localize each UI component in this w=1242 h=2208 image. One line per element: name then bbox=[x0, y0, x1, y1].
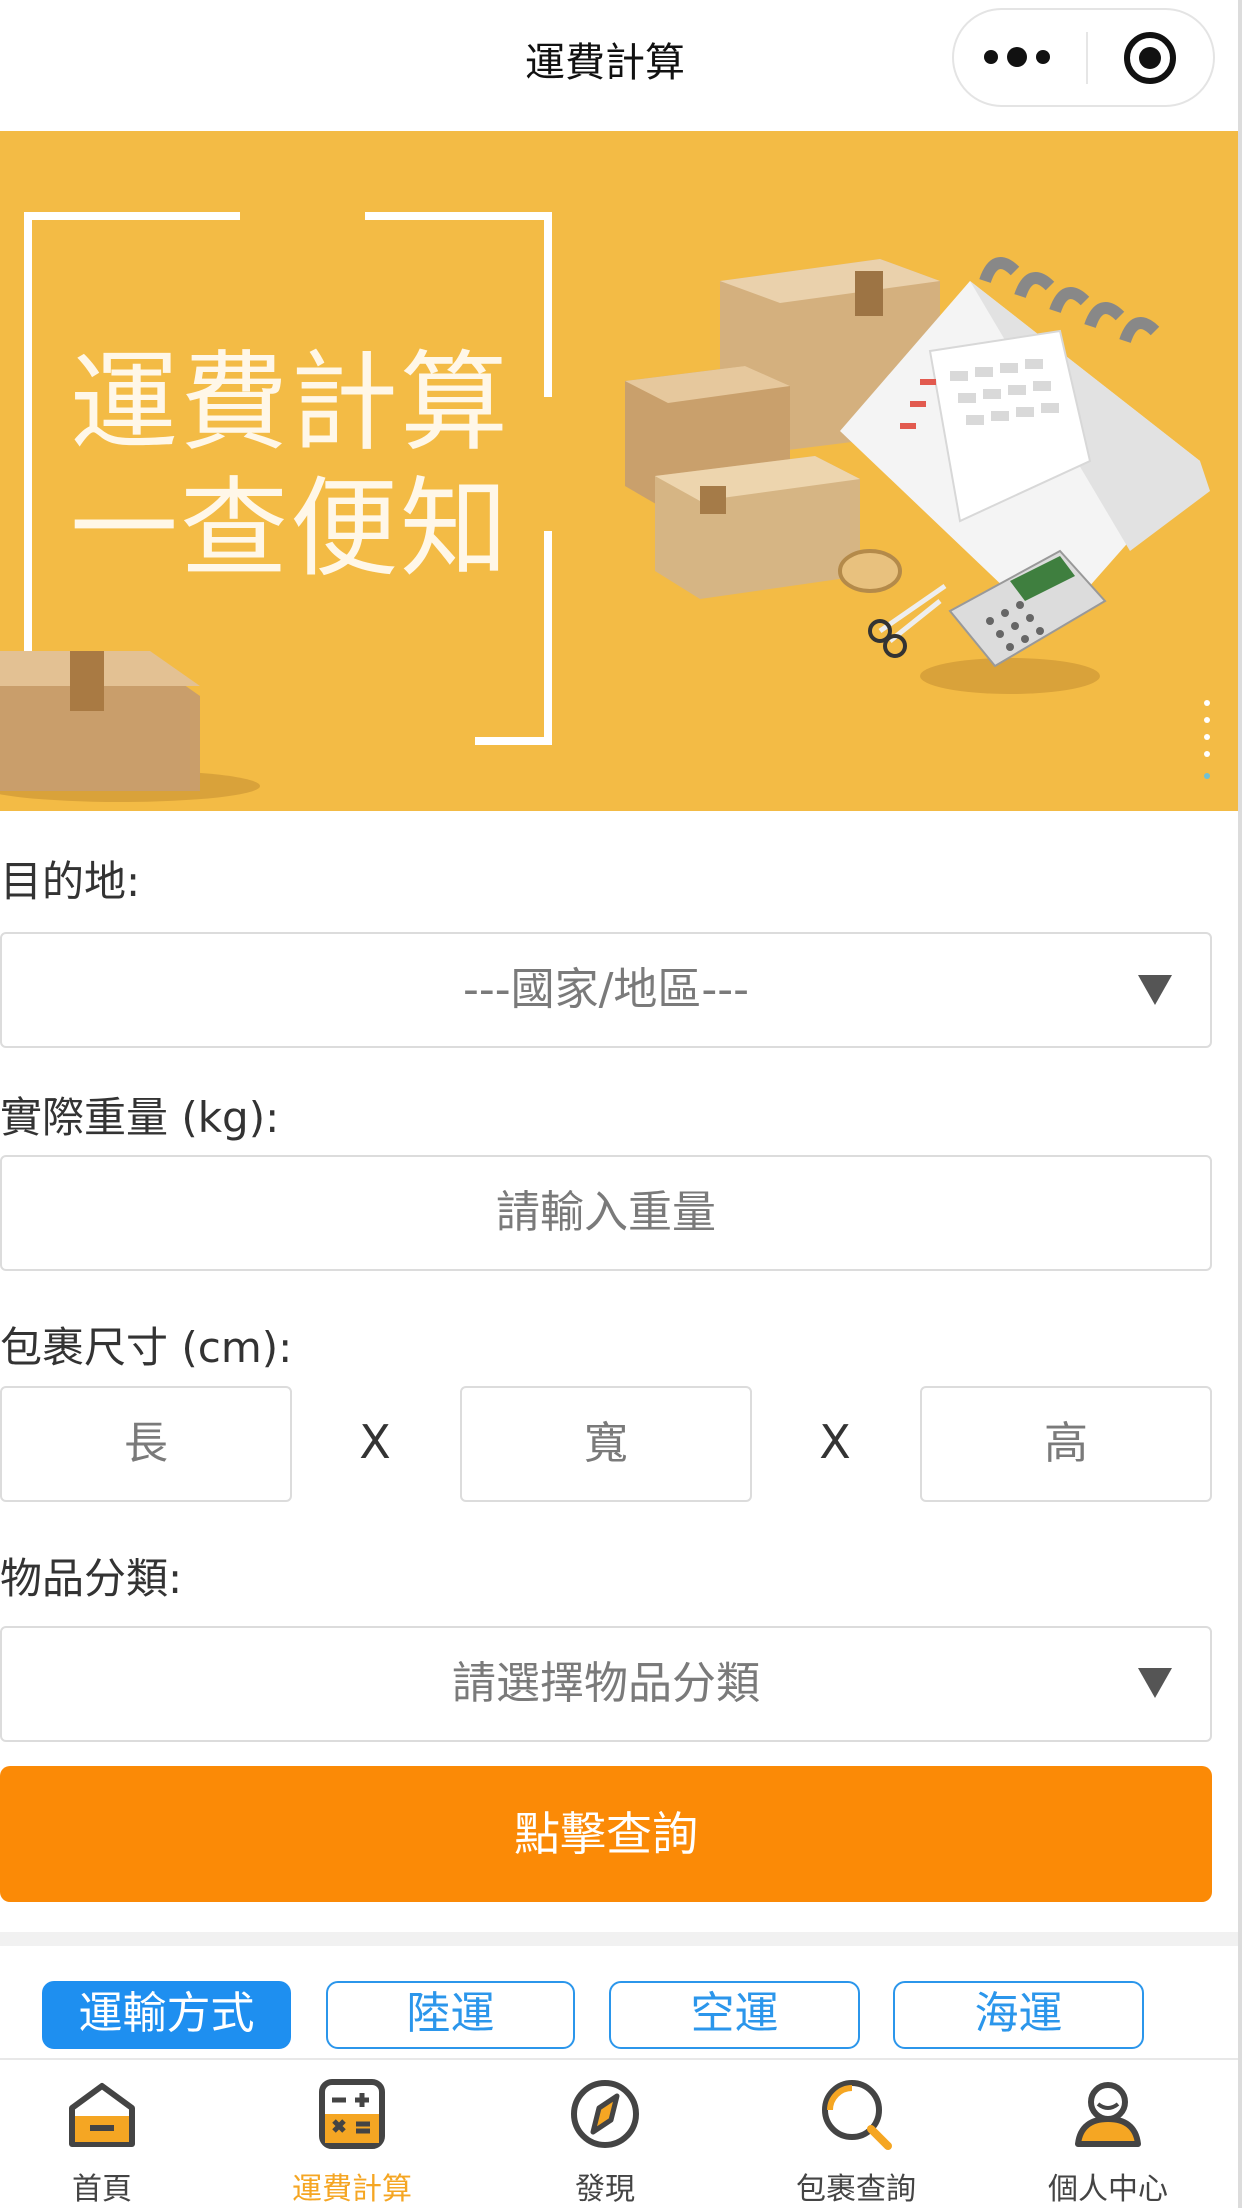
width-placeholder: 寬 bbox=[584, 1418, 628, 1469]
compass-icon bbox=[571, 2080, 639, 2148]
search-icon bbox=[822, 2080, 892, 2150]
tab-home[interactable]: 首頁 bbox=[2, 2058, 202, 2208]
chip-air[interactable]: 空運 bbox=[609, 1981, 860, 2049]
tab-parcel-tracking[interactable]: 包裹查詢 bbox=[756, 2058, 956, 2208]
user-icon bbox=[1075, 2082, 1141, 2147]
weight-label: 實際重量 (kg): bbox=[0, 1093, 280, 1142]
section-divider bbox=[0, 1932, 1242, 1946]
destination-value: ---國家/地區--- bbox=[462, 964, 750, 1015]
tab-parcel-tracking-label: 包裹查詢 bbox=[796, 2172, 916, 2207]
times-symbol-2: X bbox=[819, 1415, 851, 1469]
banner-line-1: 運費計算 bbox=[70, 341, 511, 466]
home-icon bbox=[69, 2083, 135, 2147]
height-placeholder: 高 bbox=[1044, 1418, 1088, 1469]
length-input[interactable]: 長 bbox=[0, 1386, 292, 1502]
times-symbol-1: X bbox=[359, 1415, 391, 1469]
dropdown-arrow-icon bbox=[1138, 975, 1172, 1005]
transport-mode-label: 運輸方式 bbox=[42, 1981, 291, 2049]
category-label: 物品分類: bbox=[0, 1554, 183, 1603]
height-input[interactable]: 高 bbox=[920, 1386, 1212, 1502]
banner-headline: 運費計算 一查便知 bbox=[70, 341, 540, 593]
size-label: 包裹尺寸 (cm): bbox=[0, 1323, 293, 1372]
banner-line-2: 一查便知 bbox=[70, 467, 511, 592]
window-edge bbox=[1238, 0, 1242, 2208]
close-target-icon[interactable] bbox=[1122, 30, 1178, 86]
calculator-icon bbox=[319, 2079, 385, 2149]
category-select[interactable]: 請選擇物品分類 bbox=[0, 1626, 1212, 1742]
length-placeholder: 長 bbox=[124, 1418, 168, 1469]
query-button[interactable]: 點擊查詢 bbox=[0, 1766, 1212, 1902]
tab-discover-label: 發現 bbox=[575, 2172, 635, 2207]
tab-home-label: 首頁 bbox=[72, 2172, 132, 2207]
weight-placeholder: 請輸入重量 bbox=[496, 1187, 716, 1238]
tab-discover[interactable]: 發現 bbox=[505, 2058, 705, 2208]
chip-land[interactable]: 陸運 bbox=[326, 1981, 575, 2049]
chip-sea[interactable]: 海運 bbox=[893, 1981, 1144, 2049]
tab-profile-label: 個人中心 bbox=[1048, 2172, 1168, 2207]
destination-select[interactable]: ---國家/地區--- bbox=[0, 932, 1212, 1048]
weight-input[interactable]: 請輸入重量 bbox=[0, 1155, 1212, 1271]
dropdown-arrow-icon bbox=[1138, 1668, 1172, 1698]
more-dots-icon[interactable] bbox=[981, 42, 1053, 72]
promo-banner[interactable]: 運費計算 一查便知 bbox=[0, 131, 1242, 811]
tab-shipping-calculator[interactable]: 運費計算 bbox=[252, 2058, 452, 2208]
capsule-divider bbox=[1086, 32, 1088, 84]
tab-profile[interactable]: 個人中心 bbox=[1008, 2058, 1208, 2208]
tab-shipping-calculator-label: 運費計算 bbox=[292, 2172, 412, 2207]
width-input[interactable]: 寬 bbox=[460, 1386, 752, 1502]
destination-label: 目的地: bbox=[0, 857, 141, 906]
category-value: 請選擇物品分類 bbox=[452, 1658, 760, 1709]
